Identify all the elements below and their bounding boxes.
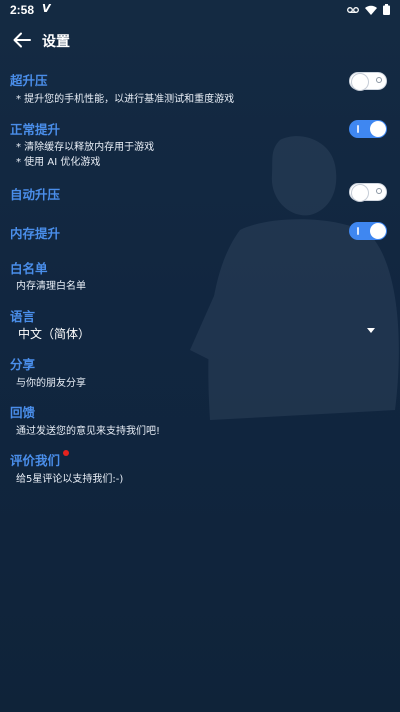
toggle-knob [352, 185, 368, 201]
toggle-knob [352, 74, 368, 90]
normal-boost-toggle[interactable] [349, 120, 387, 138]
rate-us-title[interactable]: 评价我们 [10, 450, 60, 469]
normal-boost-desc-2: * 使用 AI 优化游戏 [16, 157, 101, 168]
battery-icon [383, 4, 390, 15]
page-title: 设置 [42, 34, 70, 50]
arrow-left-icon [13, 32, 31, 48]
language-title: 语言 [10, 309, 36, 324]
whitelist-title[interactable]: 白名单 [10, 258, 48, 277]
new-badge-dot [63, 450, 69, 456]
background-character-art [190, 136, 399, 420]
share-title[interactable]: 分享 [10, 354, 35, 373]
voicemail-icon [347, 6, 359, 13]
normal-boost-desc-1: * 清除缓存以释放内存用于游戏 [16, 142, 155, 153]
auto-boost-toggle[interactable] [349, 183, 387, 201]
status-time: 2:58 [10, 3, 35, 17]
super-boost-desc: * 提升您的手机性能，以进行基准测试和重度游戏 [16, 94, 235, 105]
feedback-desc[interactable]: 通过发送您的意见来支持我们吧! [16, 422, 160, 437]
language-select[interactable]: 中文（简体） [18, 325, 90, 342]
toggle-off-indicator [376, 77, 382, 83]
toggle-off-indicator [376, 188, 382, 194]
toggle-knob [370, 121, 386, 137]
share-desc[interactable]: 与你的朋友分享 [16, 374, 86, 389]
dropdown-arrow-icon[interactable] [367, 328, 375, 333]
super-boost-toggle[interactable] [349, 72, 387, 90]
normal-boost-title: 正常提升 [10, 122, 61, 137]
memory-boost-toggle[interactable] [349, 222, 387, 240]
toggle-on-indicator [357, 227, 359, 235]
status-bar: 2:58 V [0, 0, 400, 20]
rate-us-desc[interactable]: 给5星评论以支持我们:-) [16, 470, 123, 485]
wifi-icon [365, 5, 377, 15]
status-icons [347, 4, 390, 15]
auto-boost-title: 自动升压 [10, 187, 61, 202]
toggle-knob [370, 223, 386, 239]
feedback-title[interactable]: 回馈 [10, 402, 35, 421]
memory-boost-title: 内存提升 [10, 226, 61, 241]
super-boost-title: 超升压 [10, 73, 48, 88]
toggle-on-indicator [357, 125, 359, 133]
carrier-icon: V [42, 2, 51, 15]
whitelist-desc[interactable]: 内存清理白名单 [16, 277, 86, 292]
back-button[interactable] [8, 26, 36, 54]
app-bar: 设置 [0, 20, 400, 60]
